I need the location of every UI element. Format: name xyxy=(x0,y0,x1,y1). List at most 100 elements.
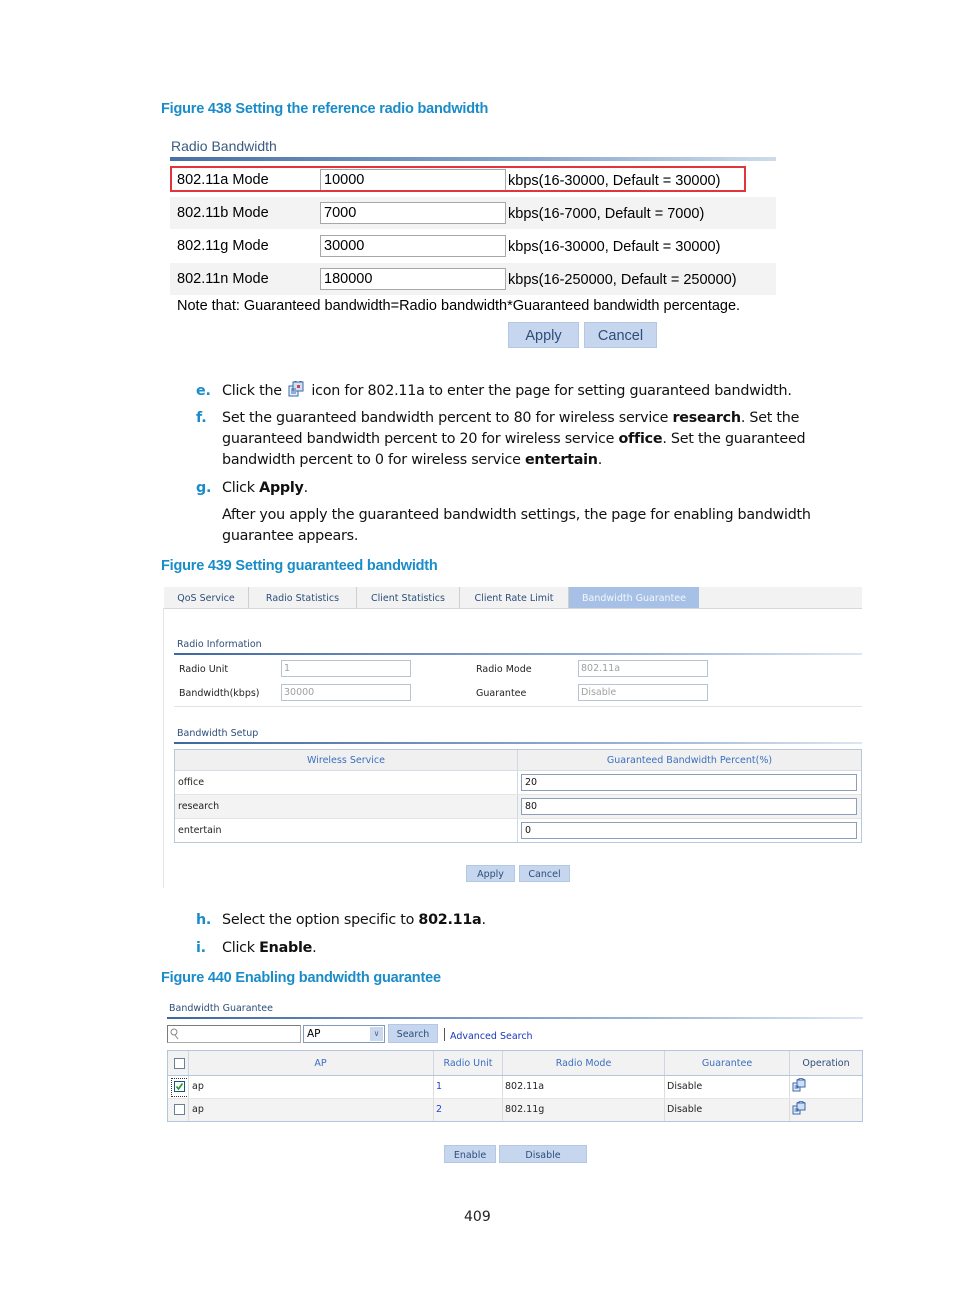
tab-client-rate-limit[interactable]: Client Rate Limit xyxy=(460,587,569,608)
step-g-followup: After you apply the guaranteed bandwidth… xyxy=(222,507,811,544)
row-checkbox[interactable] xyxy=(174,1081,185,1092)
radio-bandwidth-title: Radio Bandwidth xyxy=(171,138,277,154)
panel-border xyxy=(163,608,164,888)
cancel-button[interactable]: Cancel xyxy=(584,322,657,348)
col-ap[interactable]: AP xyxy=(189,1051,452,1075)
service-name: research xyxy=(178,801,220,812)
step-i: i. Click Enable. xyxy=(196,938,822,959)
radio-unit-link[interactable]: 1 xyxy=(436,1076,442,1098)
enable-button[interactable]: Enable xyxy=(444,1145,496,1163)
separator xyxy=(444,1028,445,1041)
guarantee-status: Disable xyxy=(667,1081,703,1092)
section-divider xyxy=(167,1017,863,1019)
step-marker: h. xyxy=(196,912,212,928)
mode-label: 802.11b Mode xyxy=(177,205,269,221)
bandwidth-input-80211a[interactable]: 10000 xyxy=(320,169,506,191)
tab-bandwidth-guarantee[interactable]: Bandwidth Guarantee xyxy=(569,587,699,608)
step-text: Click the xyxy=(222,383,282,399)
tab-radio-statistics[interactable]: Radio Statistics xyxy=(249,587,357,608)
col-guarantee[interactable]: Guarantee xyxy=(665,1051,789,1075)
search-button[interactable]: Search xyxy=(388,1024,438,1043)
step-h: h. Select the option specific to 802.11a… xyxy=(196,910,822,931)
search-field-select[interactable]: AP ∨ xyxy=(303,1025,385,1043)
mode-label: 802.11a Mode xyxy=(177,172,269,188)
col-separator xyxy=(517,819,518,842)
bandwidth-input-80211n[interactable]: 180000 xyxy=(320,268,506,290)
step-marker: i. xyxy=(196,940,206,956)
apply-keyword: Apply xyxy=(259,480,304,496)
radio-unit-link[interactable]: 2 xyxy=(436,1099,442,1121)
col-separator xyxy=(188,1076,189,1098)
step-e: e. Click the icon for 802.11a to enter t… xyxy=(196,379,872,402)
col-operation: Operation xyxy=(802,1058,850,1069)
bandwidth-note: Note that: Guaranteed bandwidth=Radio ba… xyxy=(177,298,741,314)
enable-keyword: Enable xyxy=(259,940,313,956)
bandwidth-setup-table: Wireless Service Guaranteed Bandwidth Pe… xyxy=(174,749,862,843)
bandwidth-field: 30000 xyxy=(281,684,411,701)
service-name: office xyxy=(178,777,205,788)
tab-qos-service[interactable]: QoS Service xyxy=(164,587,249,608)
section-divider xyxy=(170,157,776,161)
service-name: entertain xyxy=(178,825,222,836)
advanced-search-link[interactable]: Advanced Search xyxy=(450,1031,533,1042)
page-number: 409 xyxy=(464,1209,491,1225)
col-separator xyxy=(502,1076,503,1098)
radio-unit-field: 1 xyxy=(281,660,411,677)
percent-input-office[interactable]: 20 xyxy=(521,774,857,791)
col-radio-mode[interactable]: Radio Mode xyxy=(503,1051,664,1075)
step-text: Click xyxy=(222,480,260,496)
col-separator xyxy=(664,1076,665,1098)
row-checkbox[interactable] xyxy=(174,1104,185,1115)
step-f: f. Set the guaranteed bandwidth percent … xyxy=(196,408,872,471)
col-radio-unit[interactable]: Radio Unit xyxy=(434,1051,502,1075)
edit-icon[interactable] xyxy=(792,1100,806,1123)
col-separator xyxy=(433,1099,434,1121)
col-separator xyxy=(517,795,518,818)
bandwidth-input-80211b[interactable]: 7000 xyxy=(320,202,506,224)
col-separator xyxy=(664,1099,665,1121)
service-entertain: entertain xyxy=(524,452,598,468)
step-text: . xyxy=(312,940,317,956)
search-input[interactable] xyxy=(167,1025,301,1043)
table-row: ap 1 802.11a Disable xyxy=(168,1076,862,1099)
radio-row-80211g: 802.11g Mode 30000 kbps(16-30000, Defaul… xyxy=(170,230,776,262)
radio-unit-label: Radio Unit xyxy=(179,664,229,675)
edit-icon[interactable] xyxy=(792,1077,806,1100)
table-row: research 80 xyxy=(175,795,861,819)
bandwidth-label: Bandwidth(kbps) xyxy=(179,688,260,699)
col-separator xyxy=(188,1099,189,1121)
guarantee-status: Disable xyxy=(667,1104,703,1115)
divider xyxy=(174,706,862,707)
table-header: Wireless Service Guaranteed Bandwidth Pe… xyxy=(175,750,861,771)
tab-bar: QoS Service Radio Statistics Client Stat… xyxy=(164,587,862,609)
col-separator xyxy=(517,771,518,794)
percent-input-entertain[interactable]: 0 xyxy=(521,822,857,839)
figure-439-caption: Figure 439 Setting guaranteed bandwidth xyxy=(161,558,438,574)
tab-client-statistics[interactable]: Client Statistics xyxy=(357,587,460,608)
select-all-checkbox[interactable] xyxy=(174,1058,185,1069)
figure-440-caption: Figure 440 Enabling bandwidth guarantee xyxy=(161,970,441,986)
mode-keyword: 802.11a xyxy=(418,912,482,928)
range-hint: kbps(16-250000, Default = 250000) xyxy=(508,272,737,288)
radio-row-80211a: 802.11a Mode 10000 kbps(16-30000, Defaul… xyxy=(170,164,776,196)
percent-input-research[interactable]: 80 xyxy=(521,798,857,815)
step-text: Click xyxy=(222,940,260,956)
apply-button[interactable]: Apply xyxy=(466,865,515,882)
col-guaranteed-percent: Guaranteed Bandwidth Percent(%) xyxy=(606,755,773,766)
step-text: . xyxy=(303,480,309,496)
col-separator xyxy=(789,1099,790,1121)
table-row: entertain 0 xyxy=(175,819,861,842)
col-separator xyxy=(789,1076,790,1098)
disable-button[interactable]: Disable xyxy=(499,1145,587,1163)
chevron-down-icon[interactable]: ∨ xyxy=(370,1027,383,1041)
cancel-button[interactable]: Cancel xyxy=(519,865,570,882)
bandwidth-input-80211g[interactable]: 30000 xyxy=(320,235,506,257)
radio-mode-label: Radio Mode xyxy=(476,664,532,675)
range-hint: kbps(16-7000, Default = 7000) xyxy=(508,206,705,222)
apply-button[interactable]: Apply xyxy=(508,322,579,348)
col-separator xyxy=(502,1099,503,1121)
radio-row-80211b: 802.11b Mode 7000 kbps(16-7000, Default … xyxy=(170,197,776,229)
section-divider xyxy=(174,742,862,744)
table-row: office 20 xyxy=(175,771,861,795)
figure-438-caption: Figure 438 Setting the reference radio b… xyxy=(161,101,489,117)
